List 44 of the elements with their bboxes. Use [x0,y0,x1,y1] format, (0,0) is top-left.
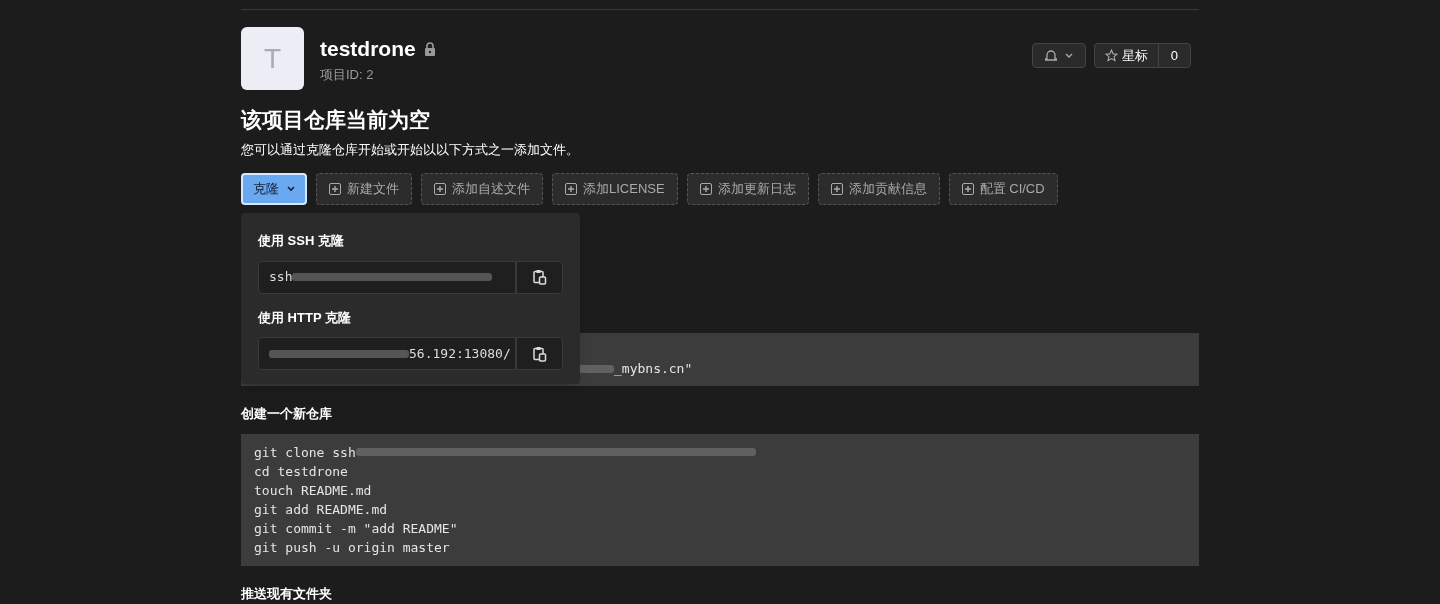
copy-button[interactable] [516,337,563,370]
code-line: git commit -m "add README" [254,519,458,538]
project-name: testdrone [320,36,416,62]
code-line: git add README.md [254,500,388,519]
add-file-button[interactable]: 新建文件 [316,173,412,205]
code-line: git push -u origin master [254,538,450,557]
clipboard-icon [532,345,547,362]
code-line: cd testdrone [254,462,348,481]
code-line: touch README.md [254,481,372,500]
copy-button[interactable] [516,260,563,294]
star-count: 0 [1169,46,1179,65]
clone-url-field[interactable]: ssh [258,260,516,294]
add-icon [699,183,712,195]
project-avatar: T [241,27,304,90]
add-icon [961,183,974,195]
code-line: _mybns.cn" [614,360,693,378]
add-icon [565,183,577,195]
notification-button[interactable] [1031,43,1086,68]
add-file-button[interactable]: 添加贡献信息 [817,173,940,205]
star-button[interactable]: 星标 [1094,44,1159,67]
star-icon [1104,49,1118,62]
add-file-button[interactable]: 添加自述文件 [421,173,543,205]
clone-dropdown-button[interactable]: 克隆 [241,173,307,205]
clone-method-label: 使用 HTTP 克隆 [258,308,352,327]
url-text: 56.192:13080/ [409,344,511,363]
empty-repo-title: 该项目仓库当前为空 [241,107,431,133]
add-file-button[interactable]: 添加LICENSE [552,173,678,205]
section-title: 创建一个新仓库 [241,405,333,423]
clone-method-label: 使用 SSH 克隆 [258,232,345,250]
add-icon [329,183,341,195]
chevron-down-icon [1064,52,1073,59]
bell-icon [1044,49,1057,62]
clipboard-icon [532,269,547,285]
url-text: ssh [269,268,293,287]
add-icon [830,183,843,195]
section-title: 推送现有文件夹 [241,584,333,603]
add-icon [434,183,446,195]
add-file-button[interactable]: 配置 CI/CD [948,173,1058,205]
add-file-button[interactable]: 添加更新日志 [686,173,809,205]
chevron-down-icon [287,186,295,192]
project-id: 项目ID: 2 [320,65,375,84]
clone-url-field[interactable]: 56.192:13080/ [258,337,516,370]
empty-repo-description: 您可以通过克隆仓库开始或开始以以下方式之一添加文件。 [241,140,580,159]
code-line: git clone ssh [254,443,356,462]
